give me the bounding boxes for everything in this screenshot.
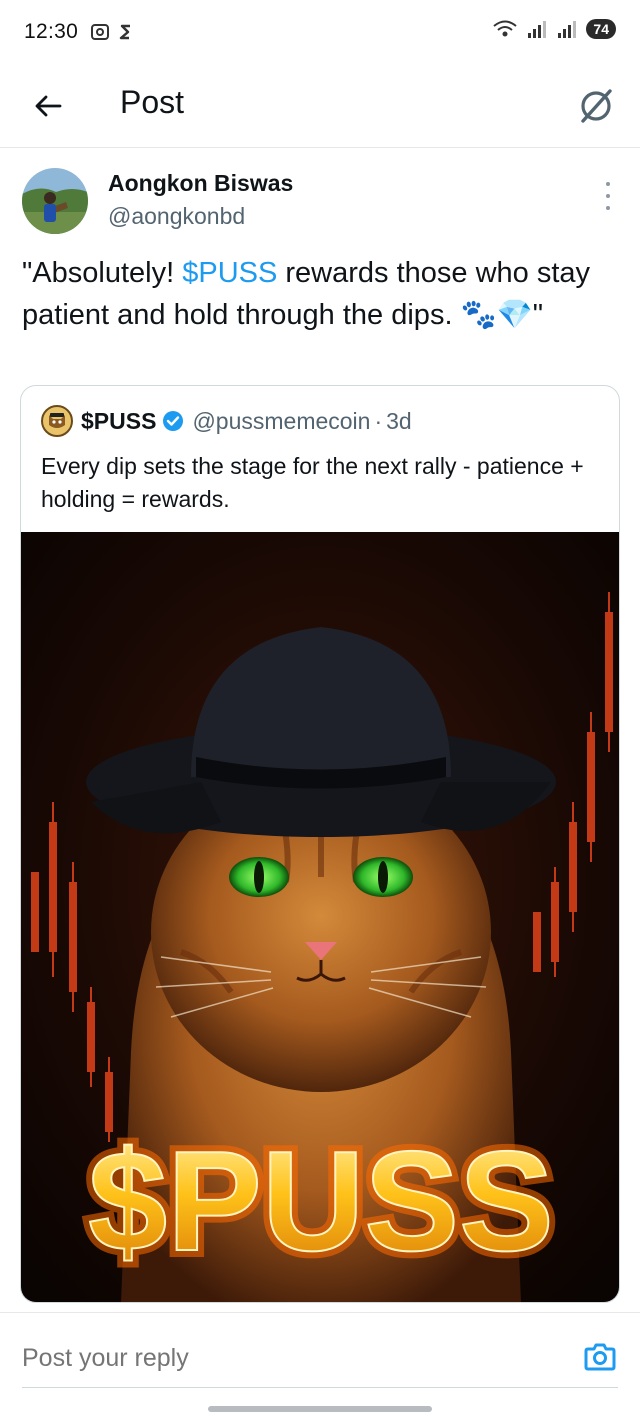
home-indicator[interactable] [208, 1406, 432, 1412]
cat-hat-illustration: $PUSS $PUSS [21, 532, 619, 1302]
reply-input[interactable] [22, 1341, 542, 1375]
more-dot [606, 206, 610, 210]
status-right: 74 [492, 18, 616, 40]
quote-timestamp: 3d [386, 407, 412, 434]
grok-button[interactable] [574, 84, 618, 128]
author-handle[interactable]: @aongkonbd [108, 203, 245, 230]
avatar[interactable] [22, 168, 88, 234]
grok-icon [581, 89, 612, 123]
verified-badge-icon [162, 410, 184, 432]
more-dot [606, 194, 610, 198]
author-name[interactable]: Aongkon Biswas [108, 170, 293, 197]
signal-icon [528, 21, 547, 38]
reply-bar [0, 1312, 640, 1400]
status-left-icons [90, 23, 132, 41]
quote-media-image[interactable]: $PUSS $PUSS [21, 532, 619, 1302]
quote-author-handle: @pussmemecoin [192, 407, 371, 434]
battery-indicator: 74 [586, 19, 616, 39]
back-button[interactable] [28, 86, 68, 126]
status-bar: 12:30 74 [0, 0, 640, 64]
cashtag-link[interactable]: $PUSS [182, 257, 277, 289]
cat-face-icon [49, 413, 65, 428]
quote-header: $PUSS @pussmemecoin · 3d [41, 404, 412, 438]
avatar-image [22, 168, 88, 234]
page-title: Post [120, 84, 185, 120]
image-caption-text-glow: $PUSS [88, 1122, 554, 1281]
camera-icon [584, 1343, 616, 1371]
s-app-icon [119, 24, 131, 40]
post-text: "Absolutely! $PUSS rewards those who sta… [22, 252, 622, 336]
wifi-icon [493, 20, 518, 37]
camera-button[interactable] [582, 1339, 618, 1375]
header: Post [0, 64, 640, 148]
quote-text: Every dip sets the stage for the next ra… [41, 453, 584, 512]
post-text-start: "Absolutely! [22, 257, 183, 289]
signal-icon-2 [558, 21, 577, 38]
status-time: 12:30 [24, 20, 79, 43]
separator-dot: · [374, 407, 383, 434]
more-dot [606, 182, 610, 186]
screenshot-icon [91, 24, 110, 40]
quoted-post[interactable]: $PUSS @pussmemecoin · 3d Every dip sets … [20, 385, 620, 1303]
arrow-left-icon [35, 95, 62, 117]
more-options-button[interactable] [598, 182, 618, 210]
quote-avatar[interactable] [41, 405, 73, 437]
quote-author-name: $PUSS [81, 407, 157, 434]
reply-divider [22, 1387, 618, 1388]
